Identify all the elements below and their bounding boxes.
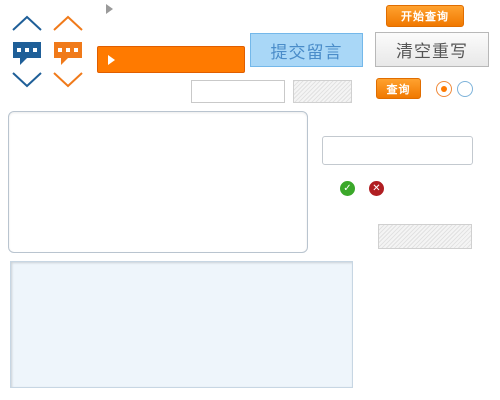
small-play-icon[interactable] bbox=[106, 4, 113, 14]
search-input[interactable] bbox=[191, 80, 285, 103]
play-bar[interactable] bbox=[97, 46, 245, 73]
radio-option-2[interactable] bbox=[457, 81, 473, 97]
clear-rewrite-button[interactable]: 清空重写 bbox=[375, 32, 489, 67]
content-area[interactable] bbox=[10, 261, 353, 388]
query-button[interactable]: 查询 bbox=[376, 78, 421, 99]
disabled-field-right bbox=[378, 224, 472, 249]
start-query-button[interactable]: 开始查询 bbox=[386, 5, 464, 27]
check-icon: ✓ bbox=[340, 181, 355, 196]
submit-message-button[interactable]: 提交留言 bbox=[250, 33, 363, 67]
message-textarea[interactable] bbox=[8, 111, 308, 253]
orange-comment-nav-icon[interactable] bbox=[51, 15, 85, 91]
blue-comment-nav-icon[interactable] bbox=[10, 15, 44, 91]
radio-option-1[interactable] bbox=[436, 81, 452, 97]
close-icon: ✕ bbox=[369, 181, 384, 196]
play-icon bbox=[108, 55, 115, 65]
disabled-field bbox=[293, 80, 352, 103]
code-input[interactable] bbox=[322, 136, 473, 165]
